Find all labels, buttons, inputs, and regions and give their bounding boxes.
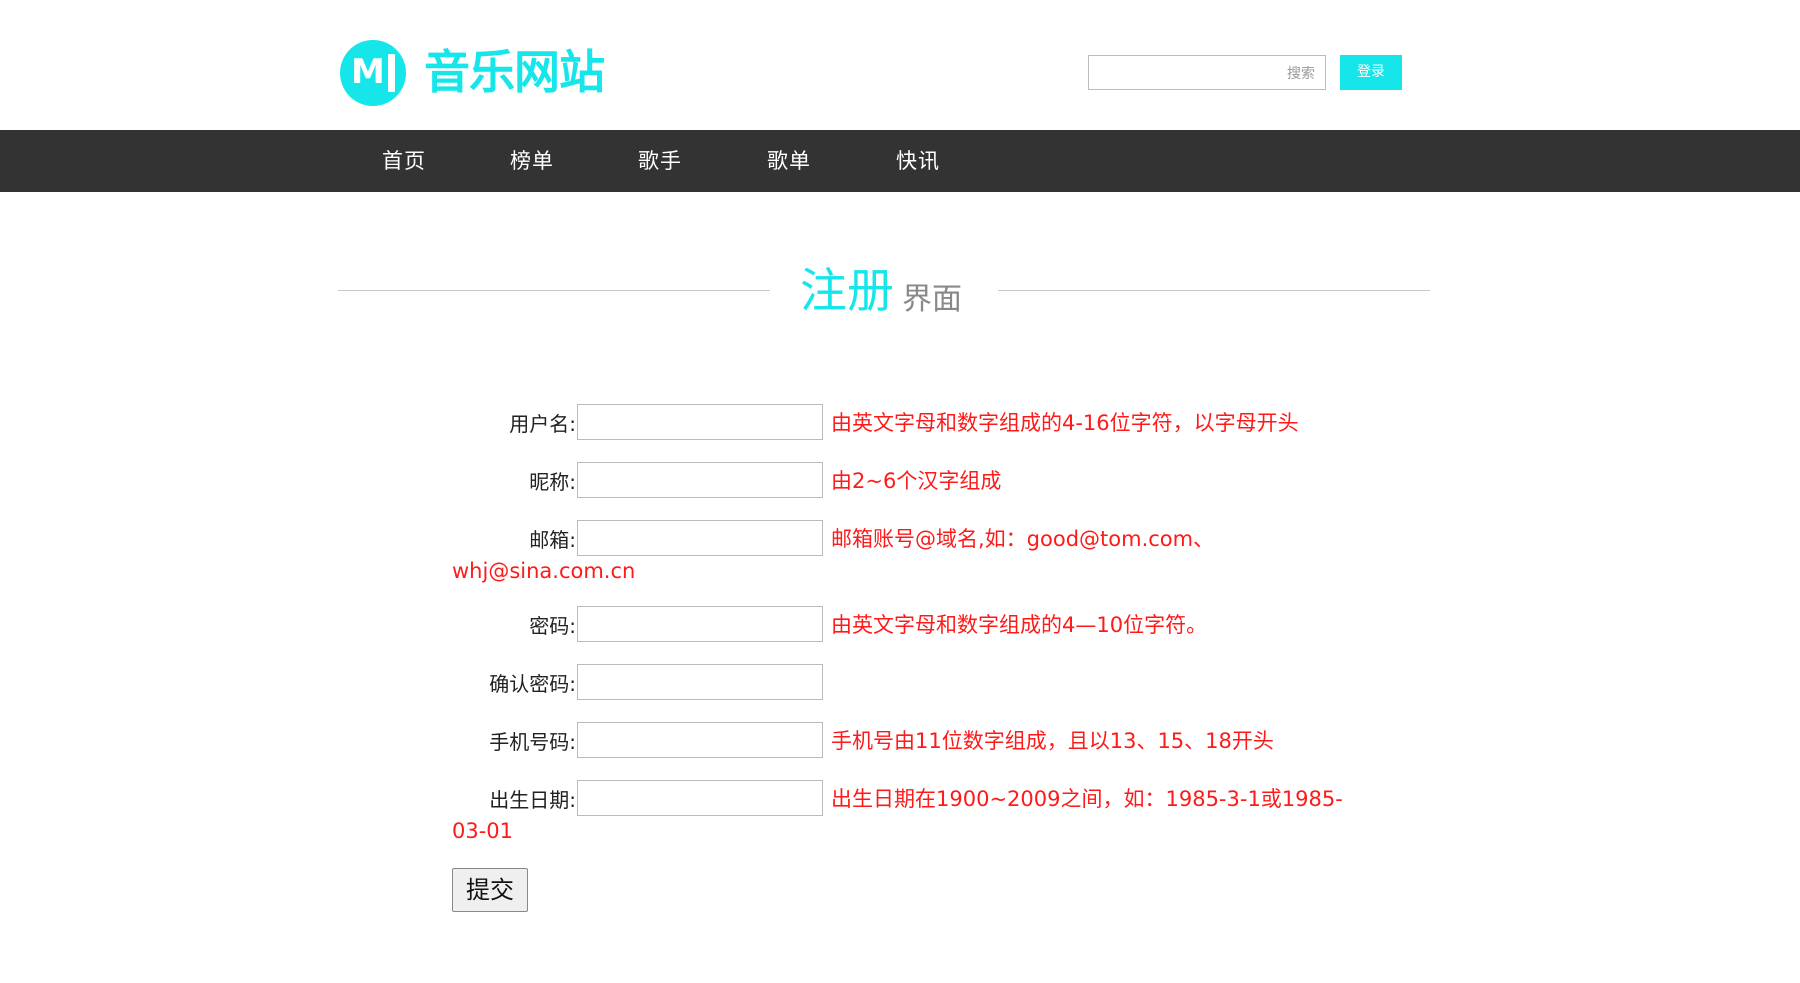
header: M 音乐网站 登录 — [0, 0, 1800, 130]
submit-button[interactable]: 提交 — [452, 868, 528, 912]
page-title-main: 注册 — [800, 264, 894, 319]
logo-icon[interactable]: M — [340, 40, 406, 106]
search-input[interactable] — [1089, 56, 1325, 89]
field-nickname: 昵称: 由2~6个汉字组成 — [450, 458, 1350, 516]
page-title-sub: 界面 — [902, 282, 962, 317]
page-title: 注册 界面 — [338, 262, 1430, 322]
field-hint-continued: 03-01 — [452, 819, 514, 843]
field-label: 密码: — [529, 614, 576, 638]
field-hint: 邮箱账号@域名,如：good@tom.com、 — [831, 527, 1215, 551]
login-button[interactable]: 登录 — [1340, 55, 1402, 90]
register-form: 用户名: 由英文字母和数字组成的4-16位字符，以字母开头 昵称: 由2~6个汉… — [450, 400, 1350, 912]
nav-item-singers[interactable]: 歌手 — [638, 130, 682, 192]
search-box[interactable] — [1088, 55, 1326, 90]
field-phone: 手机号码: 手机号由11位数字组成，且以13、15、18开头 — [450, 718, 1350, 776]
confirm-password-input[interactable] — [577, 664, 823, 700]
phone-input[interactable] — [577, 722, 823, 758]
logo-letter: M — [351, 52, 385, 92]
email-input[interactable] — [577, 520, 823, 556]
field-label: 手机号码: — [489, 730, 576, 754]
field-label: 用户名: — [509, 412, 576, 436]
field-confirm-password: 确认密码: — [450, 660, 1350, 718]
username-field[interactable] — [578, 405, 822, 439]
nav-item-home[interactable]: 首页 — [382, 130, 426, 192]
field-password: 密码: 由英文字母和数字组成的4—10位字符。 — [450, 602, 1350, 660]
field-birthdate: 出生日期: 出生日期在1900~2009之间，如：1985-3-1或1985- … — [450, 776, 1350, 862]
birthdate-field[interactable] — [578, 781, 822, 815]
nickname-field[interactable] — [578, 463, 822, 497]
password-field[interactable] — [578, 607, 822, 641]
field-hint-continued: whj@sina.com.cn — [452, 559, 636, 583]
nickname-input[interactable] — [577, 462, 823, 498]
field-hint: 由英文字母和数字组成的4-16位字符，以字母开头 — [831, 411, 1299, 435]
field-label: 确认密码: — [489, 672, 576, 696]
field-username: 用户名: 由英文字母和数字组成的4-16位字符，以字母开头 — [450, 400, 1350, 458]
field-label: 邮箱: — [529, 528, 576, 552]
title-divider-right — [998, 290, 1430, 291]
field-email: 邮箱: 邮箱账号@域名,如：good@tom.com、 whj@sina.com… — [450, 516, 1350, 602]
title-divider-left — [338, 290, 770, 291]
field-hint: 手机号由11位数字组成，且以13、15、18开头 — [831, 729, 1274, 753]
field-hint: 由2~6个汉字组成 — [831, 469, 1002, 493]
confirm-password-field[interactable] — [578, 665, 822, 699]
field-hint: 由英文字母和数字组成的4—10位字符。 — [831, 613, 1208, 637]
username-input[interactable] — [577, 404, 823, 440]
email-field[interactable] — [578, 521, 822, 555]
birthdate-input[interactable] — [577, 780, 823, 816]
field-label: 出生日期: — [489, 788, 576, 812]
site-name[interactable]: 音乐网站 — [424, 44, 605, 100]
field-hint: 出生日期在1900~2009之间，如：1985-3-1或1985- — [831, 787, 1343, 811]
nav-item-news[interactable]: 快讯 — [896, 130, 940, 192]
logo-stripe — [388, 54, 395, 92]
nav-item-playlists[interactable]: 歌单 — [767, 130, 811, 192]
password-input[interactable] — [577, 606, 823, 642]
main-nav: 首页 榜单 歌手 歌单 快讯 — [0, 130, 1800, 192]
phone-field[interactable] — [578, 723, 822, 757]
nav-item-charts[interactable]: 榜单 — [510, 130, 554, 192]
field-label: 昵称: — [529, 470, 576, 494]
